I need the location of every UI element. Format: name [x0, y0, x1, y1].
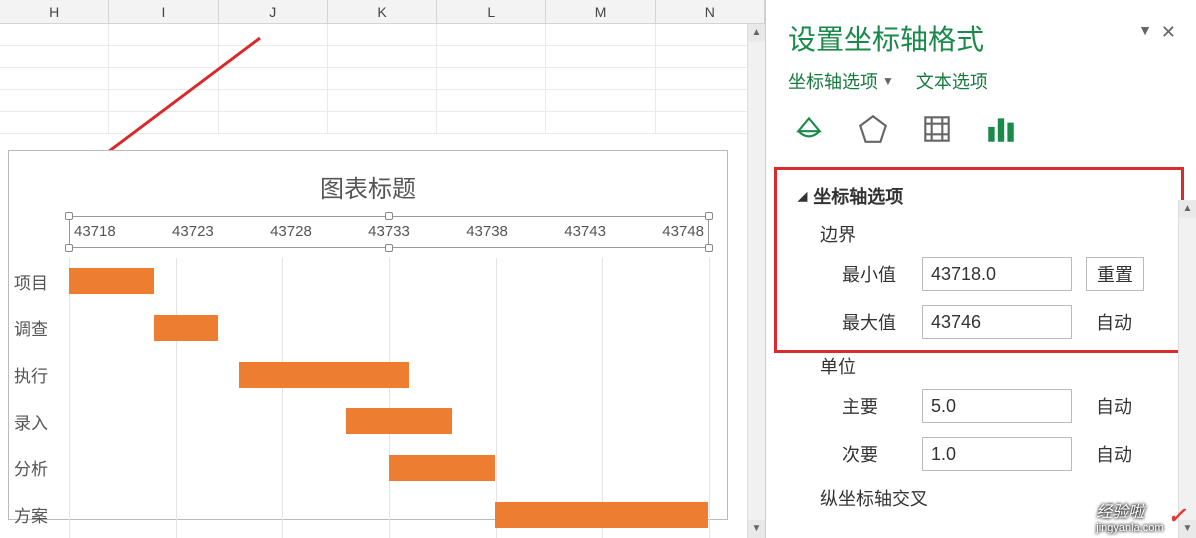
column-header-row: H I J K L M N — [0, 0, 765, 24]
bar[interactable] — [69, 268, 154, 294]
col-header[interactable]: M — [546, 0, 655, 23]
pane-menu-icon[interactable]: ▼ — [1138, 22, 1152, 38]
col-header[interactable]: H — [0, 0, 109, 23]
chart-icon[interactable] — [984, 112, 1018, 151]
axis-tick: 43748 — [662, 223, 704, 240]
collapse-icon: ◢ — [798, 189, 807, 203]
axis-tick: 43738 — [466, 223, 508, 240]
category-label: 方案 — [14, 502, 64, 527]
scroll-up-icon[interactable]: ▲ — [748, 24, 765, 42]
size-icon[interactable] — [920, 112, 954, 151]
units-label: 单位 — [820, 353, 1172, 379]
close-icon[interactable]: ✕ — [1161, 22, 1176, 43]
axis-tick: 43723 — [172, 223, 214, 240]
pane-title: 设置坐标轴格式 — [788, 18, 1182, 58]
vertical-scrollbar[interactable]: ▲ ▼ — [747, 24, 765, 538]
auto-label: 自动 — [1086, 305, 1142, 339]
axis-tick: 43743 — [564, 223, 606, 240]
category-label: 项目 — [14, 269, 64, 294]
category-label: 分析 — [14, 455, 64, 480]
chart-title[interactable]: 图表标题 — [9, 151, 727, 216]
tab-label: 坐标轴选项 — [788, 68, 878, 94]
col-header[interactable]: J — [219, 0, 328, 23]
scroll-up-icon[interactable]: ▲ — [1179, 200, 1196, 218]
x-axis-selected[interactable]: 43718 43723 43728 43733 43738 43743 4374… — [69, 216, 709, 248]
minor-input[interactable] — [922, 437, 1072, 471]
min-input[interactable] — [922, 257, 1072, 291]
bar[interactable] — [389, 455, 495, 481]
minor-label: 次要 — [842, 441, 922, 467]
auto-label: 自动 — [1086, 437, 1142, 471]
axis-tick: 43728 — [270, 223, 312, 240]
reset-button[interactable]: 重置 — [1086, 257, 1144, 291]
vertical-scrollbar[interactable]: ▲ ▼ — [1178, 200, 1196, 538]
min-label: 最小值 — [842, 261, 922, 287]
col-header[interactable]: L — [437, 0, 546, 23]
scroll-down-icon[interactable]: ▼ — [748, 520, 765, 538]
category-label: 执行 — [14, 362, 64, 387]
major-input[interactable] — [922, 389, 1072, 423]
bar[interactable] — [346, 408, 452, 434]
axis-tick: 43733 — [368, 223, 410, 240]
tab-label: 文本选项 — [916, 68, 988, 94]
bar[interactable] — [239, 362, 409, 388]
check-icon: ✓ — [1168, 503, 1186, 529]
spreadsheet-area: H I J K L M N 图表标题 — [0, 0, 766, 538]
col-header[interactable]: K — [328, 0, 437, 23]
format-axis-pane: 设置坐标轴格式 ▼ ✕ 坐标轴选项 ▼ 文本选项 — [766, 0, 1196, 538]
col-header[interactable]: N — [656, 0, 765, 23]
tab-axis-options[interactable]: 坐标轴选项 ▼ — [788, 68, 894, 94]
col-header[interactable]: I — [109, 0, 218, 23]
max-input[interactable] — [922, 305, 1072, 339]
watermark-url: jingyanla.com — [1096, 522, 1163, 534]
max-label: 最大值 — [842, 309, 922, 335]
bar[interactable] — [495, 502, 708, 528]
category-label: 录入 — [14, 409, 64, 434]
plot-area[interactable]: 项目 调查 执行 录入 分析 方案 — [69, 258, 709, 538]
bounds-label: 边界 — [820, 221, 1172, 247]
section-axis-options[interactable]: ◢ 坐标轴选项 — [798, 183, 1172, 209]
tab-text-options[interactable]: 文本选项 — [916, 68, 988, 94]
bar[interactable] — [154, 315, 218, 341]
category-label: 调查 — [14, 315, 64, 340]
watermark: 经验啦 jingyanla.com ✓ — [1096, 498, 1186, 534]
bar-series — [69, 258, 709, 538]
embedded-chart[interactable]: 图表标题 43718 43723 43728 43733 43738 43743… — [8, 150, 728, 520]
chevron-down-icon: ▼ — [882, 74, 894, 88]
effects-icon[interactable] — [856, 112, 890, 151]
section-label: 坐标轴选项 — [813, 183, 903, 209]
watermark-text: 经验啦 — [1096, 504, 1144, 521]
major-label: 主要 — [842, 393, 922, 419]
auto-label: 自动 — [1086, 389, 1142, 423]
fill-icon[interactable] — [792, 112, 826, 151]
axis-tick: 43718 — [74, 223, 116, 240]
